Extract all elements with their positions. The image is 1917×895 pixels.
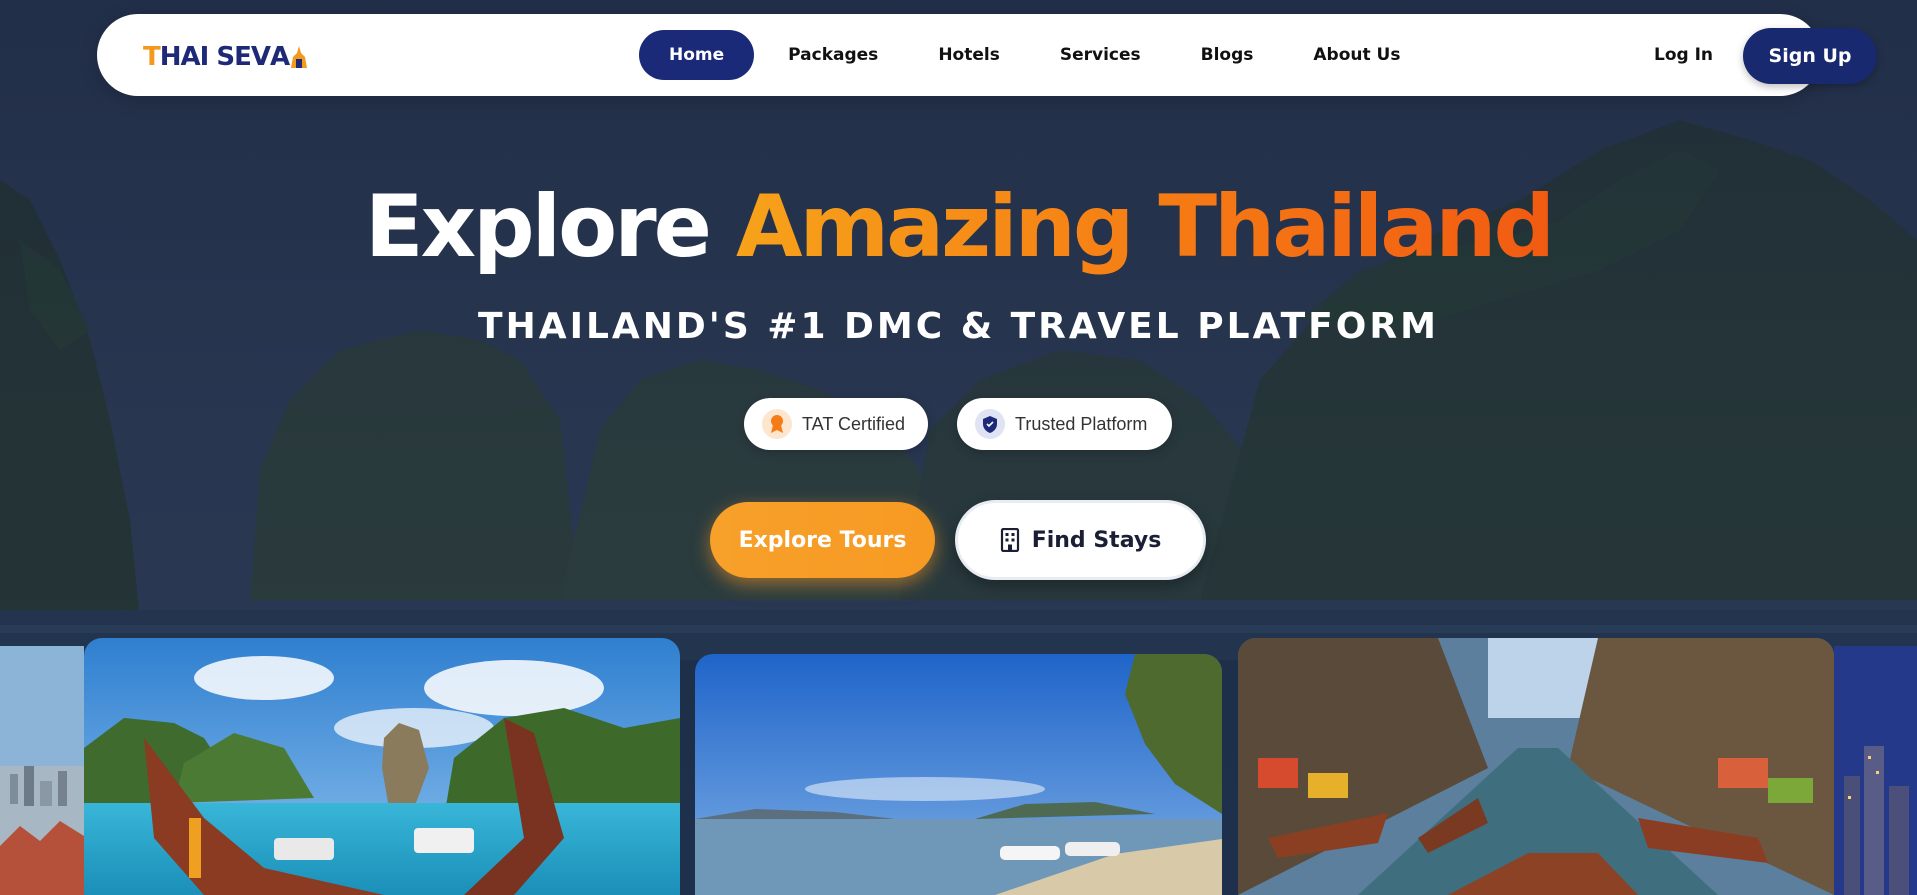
city-skyline-image (0, 646, 84, 895)
top-navbar: T HAI SEV A Home Packages Hotels Service… (97, 14, 1877, 96)
destination-card-city-edge[interactable] (0, 646, 84, 895)
brand-logo[interactable]: T HAI SEV A (143, 42, 308, 72)
nav-packages[interactable]: Packages (758, 30, 908, 80)
hero-title: Explore Amazing Thailand (0, 172, 1917, 282)
destination-card-islands[interactable] (84, 638, 680, 895)
trusted-platform-badge: Trusted Platform (957, 398, 1172, 450)
nav-blogs[interactable]: Blogs (1171, 30, 1284, 80)
nav-about-us[interactable]: About Us (1283, 30, 1430, 80)
shield-icon (975, 409, 1005, 439)
login-link[interactable]: Log In (1654, 30, 1713, 80)
find-stays-button[interactable]: Find Stays (955, 500, 1206, 580)
trusted-platform-label: Trusted Platform (1015, 413, 1148, 434)
hero-subtitle: THAILAND'S #1 DMC & TRAVEL PLATFORM (478, 306, 1439, 347)
destination-card-beach[interactable] (695, 654, 1222, 895)
explore-tours-button[interactable]: Explore Tours (710, 502, 935, 578)
signup-button[interactable]: Sign Up (1743, 28, 1877, 84)
tat-certified-label: TAT Certified (802, 413, 906, 434)
nav-hotels[interactable]: Hotels (908, 30, 1030, 80)
award-icon (762, 409, 792, 439)
main-nav-links: Home Packages Hotels Services Blogs Abou… (639, 30, 1430, 80)
nav-home[interactable]: Home (639, 30, 755, 80)
temple-icon (291, 46, 308, 68)
find-stays-label: Find Stays (1031, 527, 1162, 553)
tat-certified-badge: TAT Certified (744, 398, 928, 450)
floating-market-image (1238, 638, 1834, 895)
beach-speedboats-image (695, 654, 1222, 895)
building-icon (1000, 528, 1019, 552)
hero-title-accent: Amazing Thailand (735, 177, 1555, 277)
hero-title-white: Explore (364, 177, 712, 277)
nav-services[interactable]: Services (1030, 30, 1171, 80)
destination-card-night-edge[interactable] (1834, 646, 1917, 895)
longtail-boats-image (84, 638, 680, 895)
city-night-image (1834, 646, 1917, 895)
destination-card-floating-market[interactable] (1238, 638, 1834, 895)
